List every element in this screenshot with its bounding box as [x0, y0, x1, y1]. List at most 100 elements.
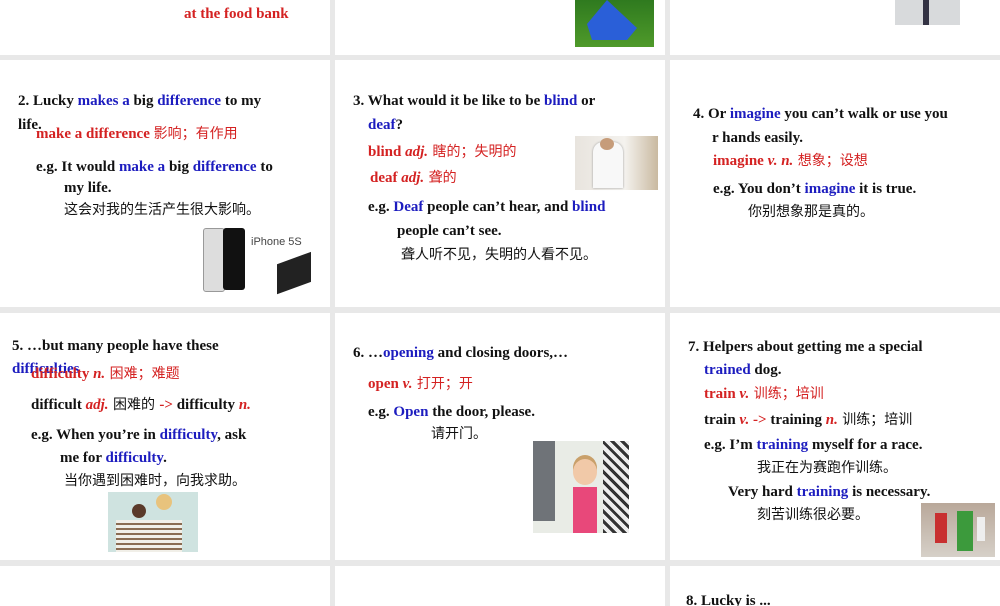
bicycle-image [895, 0, 960, 25]
keyword-text: blind [544, 93, 578, 109]
text-segment: adj. [405, 144, 429, 160]
keyword-text: training [796, 484, 849, 500]
text-segment: myself for a race. [808, 437, 923, 453]
text-segment: difficulty [176, 397, 239, 413]
slide-text-line: 8. Lucky is ... [686, 592, 771, 606]
keyword-text: trained [704, 362, 751, 378]
translation-text: 训练；培训 [837, 412, 913, 428]
text-segment: or [577, 93, 596, 109]
slide-thumbnail-10[interactable] [0, 566, 330, 606]
slide-text-line: me for difficulty. [60, 449, 167, 467]
slide-text-line: 5. …but many people have these [12, 337, 219, 355]
text-segment: dog. [750, 362, 782, 378]
keyword-text: deaf [368, 117, 396, 133]
slide-text-line: Very hard training is necessary. [728, 483, 930, 501]
keyword-text: difficulty [105, 450, 164, 466]
text-segment: r hands easily. [712, 130, 804, 146]
text-segment: adj. [401, 170, 425, 186]
keyword-text: imagine [804, 181, 856, 197]
translation-text: 当你遇到困难时，向我求助。 [64, 473, 246, 489]
text-segment: n. [825, 412, 838, 428]
translation-text: 刻苦训练很必要。 [757, 507, 869, 523]
text-segment: v. [739, 386, 750, 402]
text-segment: and closing doors,… [433, 345, 569, 361]
text-segment: Very hard [728, 484, 797, 500]
girl-at-door-photo [533, 441, 629, 533]
slide-thumbnail-8[interactable]: 6. …opening and closing doors,… open v. … [335, 313, 665, 560]
slide-text-line: e.g. Open the door, please. [368, 403, 535, 421]
text-segment: training [770, 412, 826, 428]
runners-photo [921, 503, 995, 557]
translation-text: 训练；培训 [749, 386, 824, 402]
slide-thumbnail-3[interactable] [670, 0, 1000, 55]
slide-text-line: e.g. Deaf people can’t hear, and blind [368, 198, 605, 216]
slide-thumbnail-9[interactable]: 7. Helpers about getting me a special tr… [670, 313, 1000, 560]
text-segment: n. [238, 397, 251, 413]
slide-thumbnail-7[interactable]: 5. …but many people have these difficult… [0, 313, 330, 560]
translation-text: 困难的 [108, 397, 160, 413]
text-segment: -> [749, 412, 771, 428]
slide-text-line: e.g. It would make a big difference to [36, 158, 273, 176]
keyword-text: imagine [729, 106, 781, 122]
slide-thumbnail-1[interactable]: at the food bank [0, 0, 330, 55]
text-segment: my life. [64, 180, 112, 196]
slide-text-line: deaf adj. 聋的 [370, 169, 457, 187]
text-segment: it is true. [855, 181, 917, 197]
text-segment: -> [159, 397, 177, 413]
iphone-label: iPhone 5S [251, 236, 302, 248]
translation-text: 困难；难题 [105, 366, 180, 382]
slide-text-line: train v. 训练；培训 [704, 385, 824, 403]
slide-thumbnail-5[interactable]: 3. What would it be like to be blind or … [335, 60, 665, 307]
slide-text-line: 当你遇到困难时，向我求助。 [64, 472, 246, 490]
text-segment: 4. Or [693, 106, 730, 122]
text-segment: v. n. [767, 153, 794, 169]
keyword-text: blind [572, 199, 606, 215]
translation-text: 这会对我的生活产生很大影响。 [64, 202, 260, 218]
keyword-text: makes a [77, 93, 130, 109]
translation-text: 我正在为赛跑作训练。 [757, 460, 897, 476]
slide-text-line: 4. Or imagine you can’t walk or use you [693, 105, 948, 123]
keyword-text: opening [383, 345, 434, 361]
slide-text-line: 6. …opening and closing doors,… [353, 344, 568, 362]
slide-thumbnail-11[interactable] [335, 566, 665, 606]
keyword-text: Deaf [393, 199, 424, 215]
slide-text-line: my life. [64, 179, 111, 197]
text-segment: is necessary. [848, 484, 931, 500]
slide-thumbnail-6[interactable]: 4. Or imagine you can’t walk or use you … [670, 60, 1000, 307]
translation-text: 请开门。 [431, 426, 487, 442]
text-segment: , ask [217, 427, 247, 443]
text-segment: imagine [713, 153, 768, 169]
keyword-text: make a [118, 159, 166, 175]
slide-text-line: imagine v. n. 想象；设想 [713, 152, 868, 170]
text-segment: 7. Helpers about getting me a special [688, 339, 923, 355]
slide-text-line: deaf? [368, 116, 403, 134]
text-segment: e.g. [368, 404, 394, 420]
text-segment: people can’t see. [397, 223, 502, 239]
slide-text-line: at the food bank [184, 5, 289, 23]
slide-text-line: train v. -> training n. 训练；培训 [704, 411, 912, 429]
slide-text-line: e.g. When you’re in difficulty, ask [31, 426, 246, 444]
keyword-text: difference [192, 159, 257, 175]
iphone-image: iPhone 5S [203, 228, 311, 295]
translation-text: 聋的 [424, 170, 457, 186]
text-segment: adj. [85, 397, 109, 413]
text-segment: at the food bank [184, 6, 289, 22]
text-segment: make a difference [36, 126, 154, 142]
text-segment: e.g. [368, 199, 394, 215]
slide-text-line: 你别想象那是真的。 [748, 203, 874, 221]
slide-text-line: 请开门。 [431, 425, 487, 443]
slide-text-line: people can’t see. [397, 222, 502, 240]
text-segment: e.g. When you’re in [31, 427, 160, 443]
slide-thumbnail-2[interactable] [335, 0, 665, 55]
text-segment: people can’t hear, and [423, 199, 573, 215]
slide-thumbnail-4[interactable]: 2. Lucky makes a big difference to my li… [0, 60, 330, 307]
slide-thumbnail-12[interactable]: 8. Lucky is ... [670, 566, 1000, 606]
slide-text-line: blind adj. 瞎的；失明的 [368, 143, 517, 161]
translation-text: 想象；设想 [793, 153, 868, 169]
keyword-text: Open [393, 404, 429, 420]
slide-text-line: 3. What would it be like to be blind or [353, 92, 595, 110]
keyword-text: difference [157, 93, 222, 109]
text-segment: big [165, 159, 193, 175]
slide-text-line: difficult adj. 困难的 -> difficulty n. [31, 396, 251, 414]
slide-text-line: trained dog. [704, 361, 782, 379]
